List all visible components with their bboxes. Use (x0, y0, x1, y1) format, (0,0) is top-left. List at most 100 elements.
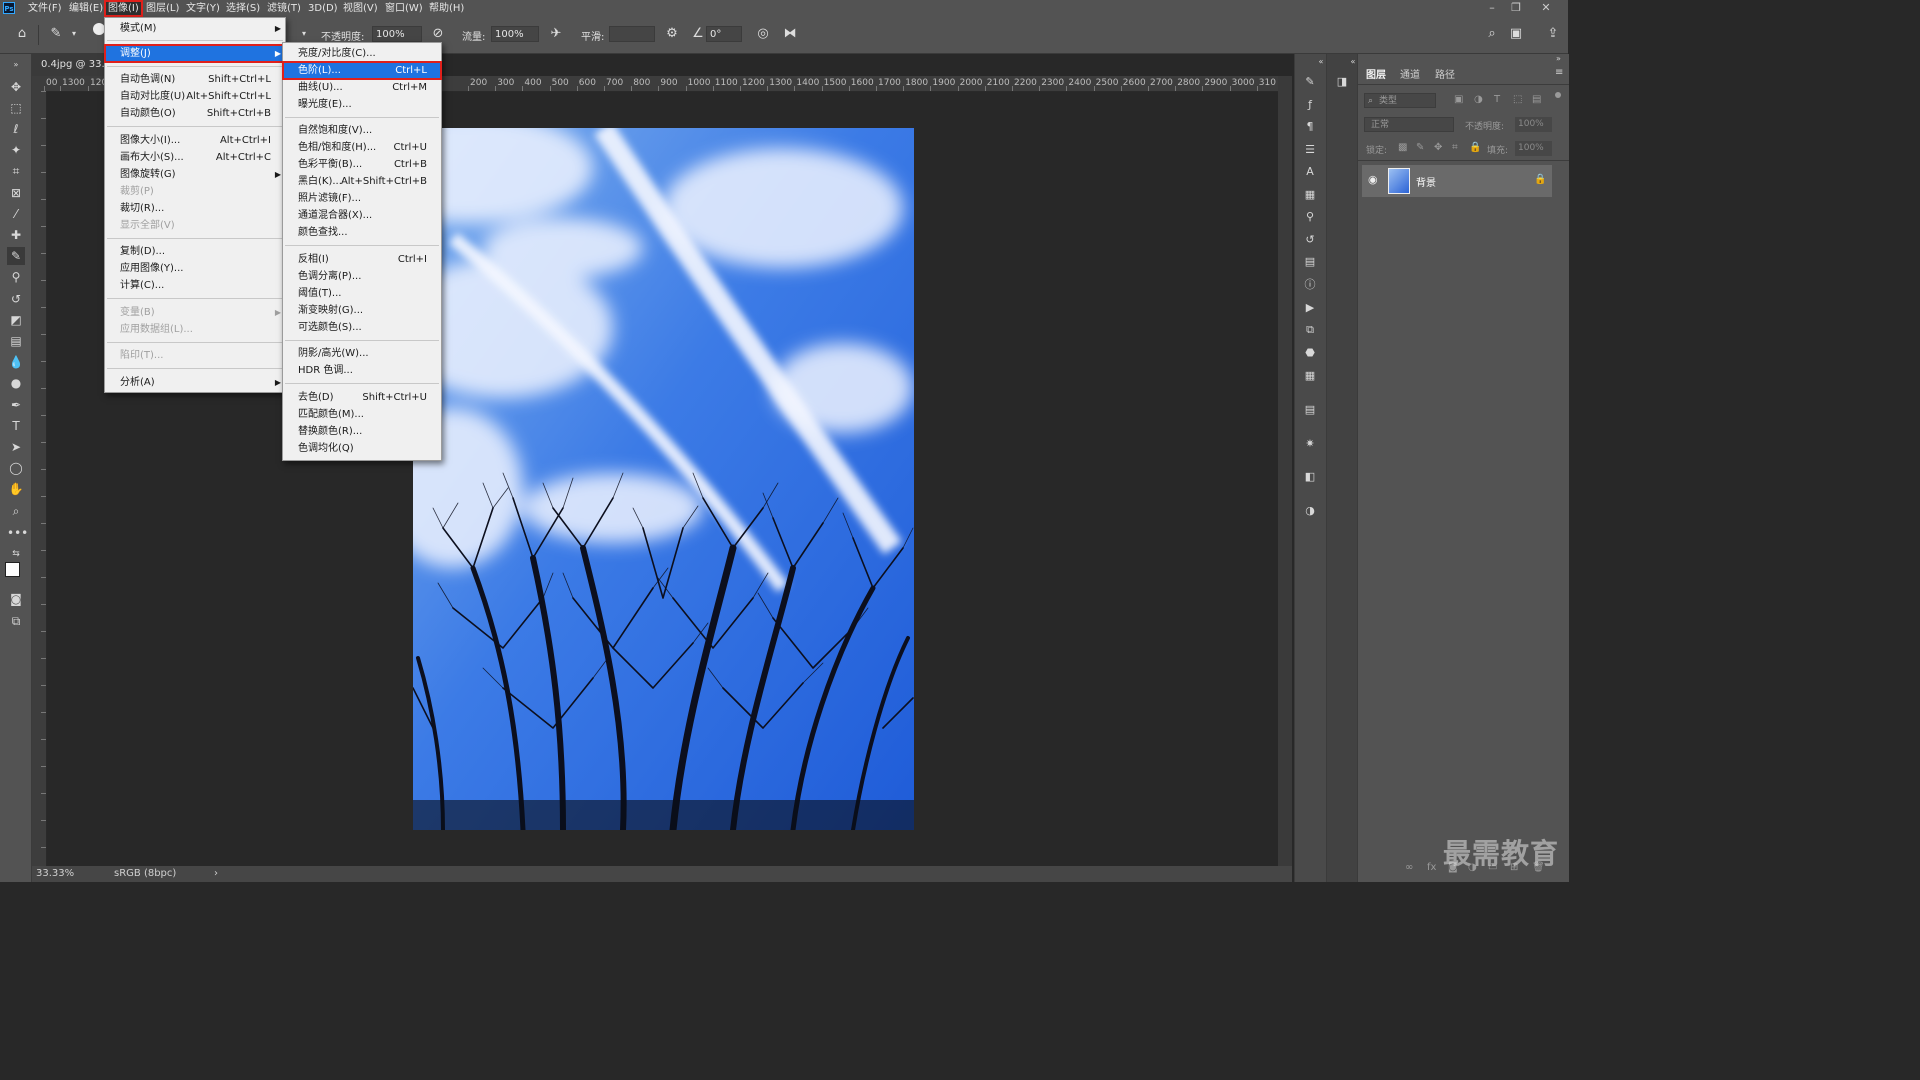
adjust-threshold[interactable]: 阈值(T)... (283, 285, 441, 302)
blur-tool-icon[interactable]: 💧 (7, 353, 25, 371)
image-menu-rotation[interactable]: 图像旋转(G) ▶ (105, 166, 285, 183)
menu-3d[interactable]: 3D(D) (305, 1, 341, 16)
menu-help[interactable]: 帮助(H) (426, 1, 467, 16)
adjust-curves[interactable]: 曲线(U)... Ctrl+M (283, 79, 441, 96)
menu-type[interactable]: 文字(Y) (183, 1, 223, 16)
adjust-vibrance[interactable]: 自然饱和度(V)... (283, 122, 441, 139)
learn-icon[interactable]: ✷ (1302, 436, 1318, 452)
adjust-desaturate[interactable]: 去色(D) Shift+Ctrl+U (283, 389, 441, 406)
workspace-icon[interactable]: ▣ (1508, 26, 1524, 42)
crop-tool-icon[interactable]: ⌗ (7, 162, 25, 180)
menu-filter[interactable]: 滤镜(T) (264, 1, 304, 16)
pressure-size-icon[interactable]: ◎ (755, 26, 771, 42)
lasso-tool-icon[interactable]: ℓ (7, 120, 25, 138)
tab-paths[interactable]: 路径 (1435, 66, 1455, 81)
adjust-black-white[interactable]: 黑白(K)... Alt+Shift+Ctrl+B (283, 173, 441, 190)
gear-icon[interactable]: ⚙ (664, 26, 680, 42)
collapse-icon[interactable]: » (1556, 54, 1561, 63)
pen-tool-icon[interactable]: ✒ (7, 396, 25, 414)
properties-icon[interactable]: ▤ (1302, 254, 1318, 270)
opacity-input[interactable]: 100% (372, 26, 422, 42)
image-menu-auto-contrast[interactable]: 自动对比度(U) Alt+Shift+Ctrl+L (105, 88, 285, 105)
layer-comps-icon[interactable]: ⧉ (1302, 322, 1318, 338)
menu-window[interactable]: 窗口(W) (382, 1, 426, 16)
adjust-photo-filter[interactable]: 照片滤镜(F)... (283, 190, 441, 207)
marquee-tool-icon[interactable]: ⬚ (7, 99, 25, 117)
lock-position-icon[interactable]: ✥ (1434, 142, 1442, 153)
link-layers-icon[interactable]: ∞ (1405, 862, 1413, 873)
ellipse-tool-icon[interactable]: ◯ (7, 459, 25, 477)
eraser-tool-icon[interactable]: ◩ (7, 311, 25, 329)
table-icon[interactable]: ▦ (1302, 368, 1318, 384)
history-icon[interactable]: ↺ (1302, 232, 1318, 248)
menu-file[interactable]: 文件(F) (25, 1, 65, 16)
minimize-icon[interactable]: – (1481, 1, 1503, 15)
adjust-selective-color[interactable]: 可选颜色(S)... (283, 319, 441, 336)
dodge-tool-icon[interactable]: ● (7, 374, 25, 392)
3d-icon[interactable]: ⬣ (1302, 345, 1318, 361)
history-brush-tool-icon[interactable]: ↺ (7, 290, 25, 308)
panel-menu-icon[interactable]: ≡ (1555, 67, 1563, 78)
paragraph-icon[interactable]: ¶ (1302, 119, 1318, 135)
adjust-hue-saturation[interactable]: 色相/饱和度(H)... Ctrl+U (283, 139, 441, 156)
zoom-tool-icon[interactable]: ⌕ (7, 502, 25, 520)
menu-view[interactable]: 视图(V) (340, 1, 381, 16)
image-menu-canvas-size[interactable]: 画布大小(S)... Alt+Ctrl+C (105, 149, 285, 166)
chevron-down-icon[interactable]: ▾ (296, 26, 312, 42)
collapse-icon[interactable]: » (7, 56, 25, 74)
filter-toggle-icon[interactable] (1555, 92, 1561, 98)
fx-icon[interactable]: fx (1427, 862, 1436, 873)
adjust-posterize[interactable]: 色调分离(P)... (283, 268, 441, 285)
image-menu-trim[interactable]: 裁切(R)... (105, 200, 285, 217)
lock-pixels-icon[interactable]: ✎ (1416, 142, 1424, 153)
adjust-exposure[interactable]: 曝光度(E)... (283, 96, 441, 113)
hand-tool-icon[interactable]: ✋ (7, 480, 25, 498)
adjust-hdr-toning[interactable]: HDR 色调... (283, 362, 441, 379)
flow-input[interactable]: 100% (491, 26, 539, 42)
layer-row[interactable]: ◉ 背景 🔒 (1362, 165, 1552, 197)
adjust-gradient-map[interactable]: 渐变映射(G)... (283, 302, 441, 319)
adjust-levels[interactable]: 色阶(L)... Ctrl+L (282, 61, 442, 80)
fx-icon[interactable]: ƒ (1302, 97, 1318, 113)
lock-all-icon[interactable]: 🔒 (1469, 142, 1481, 153)
restore-icon[interactable]: ❐ (1505, 1, 1527, 15)
smoothing-input[interactable] (609, 26, 655, 42)
brush-settings-icon[interactable]: ✎ (1302, 74, 1318, 90)
move-tool-icon[interactable]: ✥ (7, 78, 25, 96)
airbrush-icon[interactable]: ✈ (548, 26, 564, 42)
quick-mask-icon[interactable]: ◙ (7, 590, 25, 608)
adjust-channel-mixer[interactable]: 通道混合器(X)... (283, 207, 441, 224)
filter-adjustment-icon[interactable]: ◑ (1474, 94, 1483, 105)
filter-type-icon[interactable]: T (1494, 94, 1500, 105)
chevron-right-icon[interactable]: › (214, 866, 218, 882)
screen-mode-icon[interactable]: ⧉ (7, 612, 25, 630)
image-menu-calculations[interactable]: 计算(C)... (105, 277, 285, 294)
home-icon[interactable]: ⌂ (14, 26, 30, 42)
swap-colors-icon[interactable]: ⇆ (7, 545, 25, 563)
layer-filter-select[interactable]: ⌕ 类型 (1364, 93, 1436, 108)
menu-layer[interactable]: 图层(L) (143, 1, 182, 16)
eyedropper-tool-icon[interactable]: ⁄ (7, 205, 25, 223)
image-menu-adjustments[interactable]: 调整(J) ▶ (104, 44, 286, 63)
libraries-icon[interactable]: ◧ (1302, 469, 1318, 485)
glyphs-icon[interactable]: ▦ (1302, 187, 1318, 203)
adjust-replace-color[interactable]: 替换颜色(R)... (283, 423, 441, 440)
swatches-icon[interactable]: ◨ (1334, 74, 1350, 90)
adjust-shadows-highlights[interactable]: 阴影/高光(W)... (283, 345, 441, 362)
close-icon[interactable]: ✕ (1535, 1, 1557, 15)
character-icon[interactable]: A (1302, 164, 1318, 180)
image-menu-analysis[interactable]: 分析(A) ▶ (105, 374, 285, 391)
image-menu-apply-image[interactable]: 应用图像(Y)... (105, 260, 285, 277)
frame-tool-icon[interactable]: ⊠ (7, 184, 25, 202)
vertical-scrollbar[interactable] (1278, 76, 1292, 866)
image-menu-duplicate[interactable]: 复制(D)... (105, 243, 285, 260)
image-menu-auto-color[interactable]: 自动颜色(O) Shift+Ctrl+B (105, 105, 285, 122)
adjust-color-lookup[interactable]: 颜色查找... (283, 224, 441, 241)
adjust-invert[interactable]: 反相(I) Ctrl+I (283, 251, 441, 268)
filter-shape-icon[interactable]: ⬚ (1513, 94, 1522, 105)
path-select-tool-icon[interactable]: ➤ (7, 438, 25, 456)
clone-stamp-tool-icon[interactable]: ⚲ (7, 268, 25, 286)
search-icon[interactable]: ⌕ (1484, 26, 1500, 42)
adjust-color-balance[interactable]: 色彩平衡(B)... Ctrl+B (283, 156, 441, 173)
notes-icon[interactable]: ▤ (1302, 402, 1318, 418)
